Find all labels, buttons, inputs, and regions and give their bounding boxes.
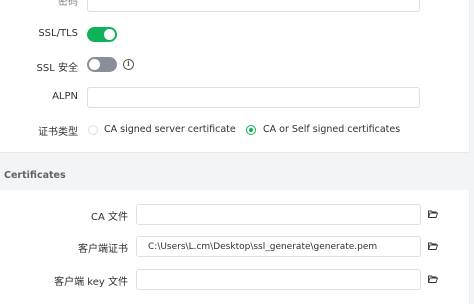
client-cert-label: 客户端证书	[78, 244, 128, 255]
client-key-label: 客户端 key 文件	[54, 277, 128, 288]
folder-open-icon[interactable]	[428, 275, 438, 283]
client-cert-input[interactable]: C:\Users\L.cm\Desktop\ssl_generate\gener…	[136, 236, 421, 257]
client-key-input[interactable]	[136, 269, 421, 290]
ssl-tls-toggle[interactable]	[87, 27, 117, 42]
alpn-label: ALPN	[52, 91, 78, 102]
ssl-tls-label: SSL/TLS	[38, 28, 78, 39]
radio-ca-or-self-signed-label[interactable]: CA or Self signed certificates	[263, 124, 400, 135]
folder-open-icon[interactable]	[428, 210, 438, 218]
connection-settings-card: 密码 SSL/TLS SSL 安全 i ALPN 证书类型 CA signed …	[0, 0, 470, 153]
alpn-input[interactable]	[87, 87, 420, 108]
ca-file-input[interactable]	[136, 204, 421, 225]
ssl-secure-toggle[interactable]	[87, 57, 117, 72]
toggle-knob	[104, 29, 115, 40]
radio-ca-or-self-signed[interactable]	[246, 125, 256, 135]
password-label: 密码	[58, 0, 78, 8]
toggle-knob	[89, 59, 100, 70]
radio-ca-signed-server-label[interactable]: CA signed server certificate	[104, 124, 236, 135]
password-input[interactable]	[87, 0, 420, 12]
info-icon[interactable]: i	[123, 59, 134, 70]
certificates-card: CA 文件 客户端证书 C:\Users\L.cm\Desktop\ssl_ge…	[0, 190, 470, 304]
ca-file-label: CA 文件	[90, 212, 128, 223]
ssl-secure-label: SSL 安全	[36, 63, 78, 74]
radio-ca-signed-server[interactable]	[88, 125, 98, 135]
certificates-section-title: Certificates	[4, 170, 66, 181]
folder-open-icon[interactable]	[428, 242, 438, 250]
cert-type-label: 证书类型	[38, 127, 78, 138]
